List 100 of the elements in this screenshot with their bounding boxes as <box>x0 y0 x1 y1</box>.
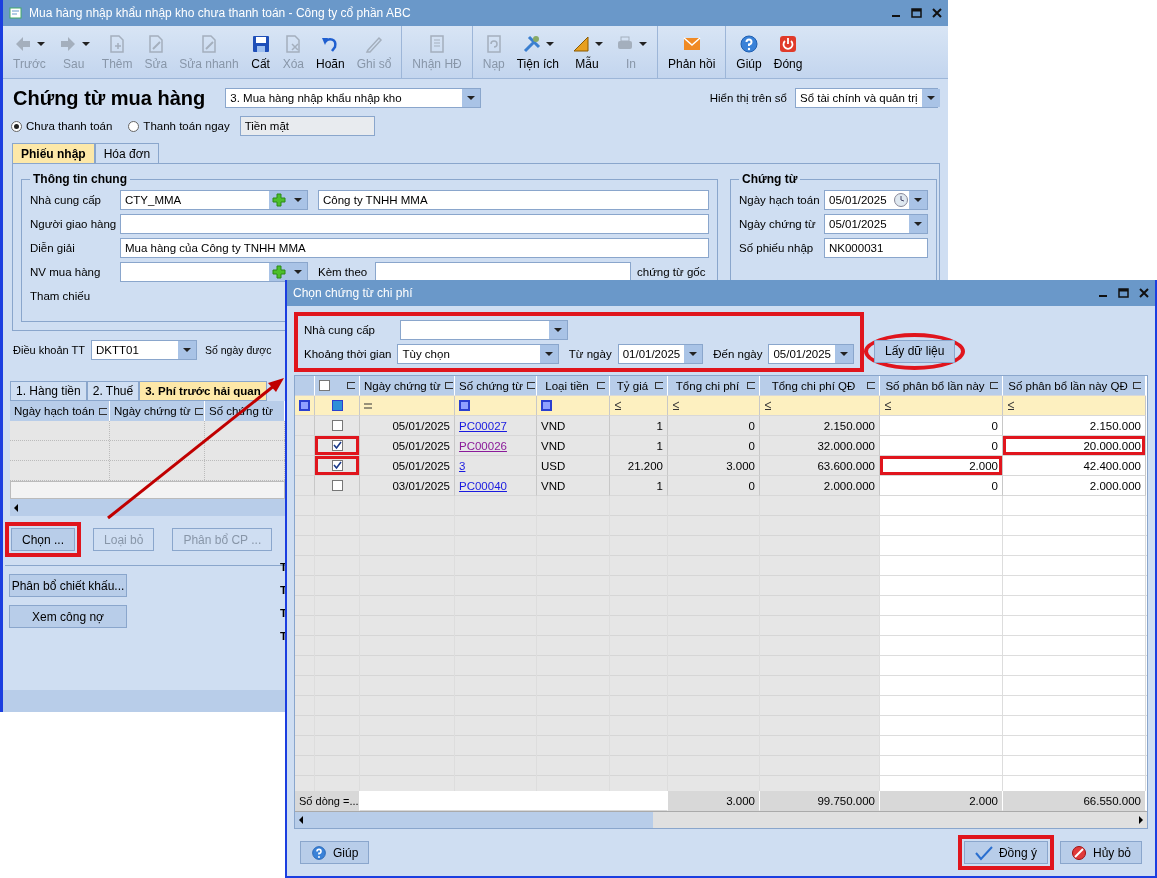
toolbar-button[interactable]: Cất <box>244 26 277 78</box>
horizontal-scrollbar[interactable] <box>10 499 285 516</box>
less-equal-icon[interactable] <box>614 401 622 410</box>
filter-cell[interactable] <box>760 396 880 416</box>
action-button[interactable]: Chọn ... <box>11 528 76 551</box>
table-cell[interactable]: 0 <box>880 436 1003 456</box>
filter-cell[interactable] <box>537 396 610 416</box>
radio-label[interactable]: Thanh toán ngay <box>143 120 230 132</box>
dropdown-button[interactable] <box>462 89 481 107</box>
close-icon[interactable] <box>1139 288 1149 298</box>
action-button[interactable]: Xem công nợ <box>9 605 127 628</box>
toolbar-button[interactable]: Giúp <box>725 26 768 78</box>
pin-icon[interactable] <box>867 382 875 389</box>
equals-icon[interactable] <box>364 402 372 409</box>
payment-terms-select[interactable]: DKTT01 <box>91 340 197 360</box>
dialog-button[interactable]: Đồng ý <box>963 841 1048 864</box>
pin-icon[interactable] <box>747 382 755 389</box>
tab[interactable]: Hóa đơn <box>94 143 160 163</box>
dropdown-button[interactable] <box>909 215 927 233</box>
pin-icon[interactable] <box>1133 382 1141 389</box>
pin-icon[interactable] <box>597 382 605 389</box>
column-header[interactable]: Ngày chứng từ <box>360 376 455 396</box>
checkbox[interactable] <box>319 380 330 391</box>
column-header[interactable]: Tổng chi phí QĐ <box>760 376 880 396</box>
less-equal-icon[interactable] <box>672 401 680 410</box>
pin-icon[interactable] <box>655 382 663 389</box>
table-cell[interactable]: 2.000.000 <box>1003 476 1146 496</box>
checkbox[interactable] <box>331 460 343 471</box>
dropdown-button[interactable] <box>289 191 307 209</box>
tab[interactable]: 3. Phí trước hải quan <box>139 381 267 401</box>
table-cell[interactable]: 20.000.000 <box>1003 436 1146 456</box>
dropdown-button[interactable] <box>909 191 927 209</box>
radio-label[interactable]: Chưa thanh toán <box>26 120 113 132</box>
maximize-icon[interactable] <box>1118 288 1129 298</box>
radio-button[interactable] <box>128 120 140 132</box>
filter-cell[interactable] <box>880 396 1003 416</box>
dialog-button[interactable]: Hủy bỏ <box>1059 841 1142 864</box>
filter-cell[interactable] <box>610 396 668 416</box>
filter-cell[interactable] <box>668 396 760 416</box>
pin-icon[interactable] <box>347 382 355 389</box>
checkbox[interactable] <box>331 420 343 431</box>
lookup-field[interactable]: CTY_MMA <box>120 190 308 210</box>
pin-icon[interactable] <box>98 407 107 415</box>
payment-method-field[interactable]: Tiền mặt <box>239 116 375 136</box>
column-header[interactable]: Số chứng từ <box>455 376 537 396</box>
input-field[interactable]: NK000031 <box>824 238 928 258</box>
filter-icon[interactable] <box>331 400 343 411</box>
date-field[interactable]: 05/01/2025 <box>824 190 928 210</box>
table-cell[interactable]: 42.400.000 <box>1003 456 1146 476</box>
action-button[interactable]: Phân bổ chiết khấu... <box>9 574 127 597</box>
less-equal-icon[interactable] <box>764 401 772 410</box>
dialog-button[interactable]: Giúp <box>300 841 370 864</box>
dropdown-button[interactable] <box>549 321 567 339</box>
name-field[interactable]: Công ty TNHH MMA <box>318 190 709 210</box>
tab[interactable]: 2. Thuế <box>86 381 140 401</box>
dropdown-button[interactable] <box>835 345 853 363</box>
column-header[interactable]: Tổng chi phí <box>668 376 760 396</box>
column-header[interactable]: Số phân bổ lần này QĐ <box>1003 376 1146 396</box>
pin-icon[interactable] <box>444 382 453 389</box>
pin-icon[interactable] <box>527 382 535 389</box>
radio-button[interactable] <box>11 120 22 132</box>
dropdown-button[interactable] <box>289 263 307 281</box>
fetch-data-button[interactable]: Lấy dữ liệu <box>874 339 956 363</box>
less-equal-icon[interactable] <box>884 401 892 410</box>
toolbar-button[interactable]: Tiện ích <box>510 26 565 78</box>
date-field[interactable]: 05/01/2025 <box>824 214 928 234</box>
dropdown-button[interactable] <box>178 341 196 359</box>
filter-cell[interactable] <box>360 396 455 416</box>
voucher-type-select[interactable]: 3. Mua hàng nhập khẩu nhập kho <box>225 88 482 108</box>
dropdown-button[interactable] <box>921 89 940 107</box>
column-header[interactable]: Loại tiền <box>537 376 610 396</box>
voucher-link[interactable]: 3 <box>459 459 466 472</box>
dropdown-button[interactable] <box>684 345 703 363</box>
table-cell[interactable]: 0 <box>880 476 1003 496</box>
dropdown-button[interactable] <box>539 345 558 363</box>
filter-icon[interactable] <box>541 400 552 411</box>
horizontal-scrollbar[interactable] <box>295 811 1147 828</box>
ledger-select[interactable]: Sổ tài chính và quản trị <box>795 88 938 108</box>
filter-cell[interactable] <box>1003 396 1146 416</box>
checkbox[interactable] <box>331 480 343 491</box>
input-field[interactable] <box>120 214 709 234</box>
filter-icon[interactable] <box>459 400 470 411</box>
column-header[interactable]: Số phân bổ lần này <box>880 376 1003 396</box>
tab[interactable]: Phiếu nhập <box>12 143 95 163</box>
column-header[interactable]: Tỷ giá <box>610 376 668 396</box>
toolbar-button[interactable]: Đóng <box>767 26 809 78</box>
input-field[interactable]: Mua hàng của Công ty TNHH MMA <box>120 238 709 258</box>
table-cell[interactable]: 2.150.000 <box>1003 416 1146 436</box>
input-field[interactable] <box>375 262 631 282</box>
lookup-field[interactable] <box>120 262 308 282</box>
filter-cell[interactable] <box>455 396 537 416</box>
table-cell[interactable]: 2.000 <box>880 456 1003 476</box>
close-icon[interactable] <box>932 8 942 18</box>
table-cell[interactable]: 0 <box>880 416 1003 436</box>
less-equal-icon[interactable] <box>1007 401 1015 410</box>
toolbar-button[interactable]: Mẫu <box>565 26 609 78</box>
toolbar-button[interactable]: Hoãn <box>310 26 351 78</box>
date-field[interactable]: 05/01/2025 <box>768 344 854 364</box>
period-select[interactable]: Tùy chọn <box>397 344 559 364</box>
maximize-icon[interactable] <box>911 8 922 18</box>
